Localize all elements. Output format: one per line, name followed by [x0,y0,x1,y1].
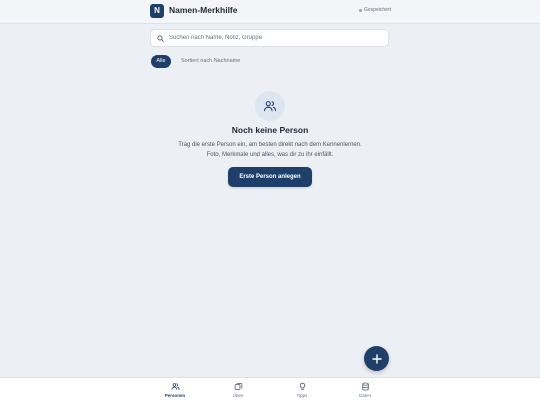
search-input[interactable] [169,35,379,41]
nav-item-personen[interactable]: Personen [155,382,195,398]
plus-icon [371,353,382,364]
save-status-label: Gespeichert [364,7,391,13]
top-bar: N Namen-Merkhilfe Gespeichert [0,0,540,24]
empty-state-line-2: Foto, Merkmale und alles, was dir zu ihr… [206,151,334,158]
empty-state-people-icon [255,91,285,121]
nav-item-label: Personen [164,393,186,398]
add-person-fab[interactable] [364,346,389,371]
people-icon [171,383,179,390]
nav-item-label: Daten [358,393,371,398]
nav-item-daten[interactable]: Daten [345,382,385,398]
cards-icon [234,383,242,390]
filter-all-chip[interactable]: Alle [151,55,171,68]
bottom-nav: Personen Üben Tipps Daten [0,377,540,405]
app-title: Namen-Merkhilfe [169,5,238,15]
sort-label[interactable]: Sortiert nach Nachname [181,58,240,64]
empty-state-description: Trag die erste Person ein, am besten dir… [150,141,390,160]
app-logo: N [150,4,164,18]
empty-state-title: Noch keine Person [231,125,309,135]
nav-item-label: Üben [232,393,244,398]
nav-item-tipps[interactable]: Tipps [282,382,322,398]
people-icon [263,101,277,112]
status-dot-icon [359,8,363,12]
database-icon [361,382,369,391]
search-bar[interactable] [150,29,389,47]
add-first-person-button[interactable]: Erste Person anlegen [228,167,312,187]
nav-item-ueben[interactable]: Üben [218,382,258,398]
save-status: Gespeichert [359,7,391,13]
search-icon [157,34,164,42]
empty-state-line-1: Trag die erste Person ein, am besten dir… [178,142,362,148]
lightbulb-icon [299,382,305,390]
nav-item-label: Tipps [296,393,308,398]
